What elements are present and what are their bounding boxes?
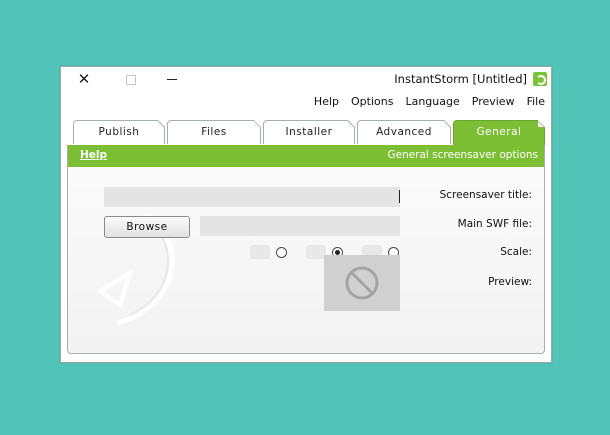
scale-label: Scale: — [500, 246, 532, 258]
close-button[interactable]: ✕ — [73, 70, 95, 88]
tab-files[interactable]: Files — [167, 120, 261, 144]
app-window: InstantStorm [Untitled] ✕ File Preview L… — [60, 66, 552, 363]
preview-label: Preview: — [488, 276, 532, 288]
help-link[interactable]: Help — [80, 149, 107, 161]
main-swf-input[interactable] — [200, 216, 400, 236]
text-caret — [399, 190, 400, 203]
screensaver-title-input[interactable] — [104, 187, 400, 207]
tab-installer[interactable]: Installer — [263, 120, 355, 144]
preview-area — [324, 255, 400, 311]
screensaver-title-label: Screensaver title: — [439, 189, 532, 201]
scale-option-2-icon — [306, 245, 326, 259]
tab-publish[interactable]: Publish — [73, 120, 165, 144]
tab-general[interactable]: General — [453, 120, 545, 146]
app-logo-icon — [533, 72, 547, 86]
minimize-button[interactable] — [161, 70, 183, 88]
maximize-button[interactable] — [119, 70, 141, 88]
general-panel: General screensaver options Help Screens… — [67, 145, 545, 354]
title-bar: InstantStorm [Untitled] ✕ — [61, 67, 551, 93]
window-title: InstantStorm [Untitled] — [394, 72, 527, 86]
menu-options[interactable]: Options — [351, 95, 393, 111]
scale-option-3-icon — [250, 245, 270, 259]
prohibited-circle-icon — [345, 266, 379, 300]
tab-advanced[interactable]: Advanced — [357, 120, 451, 144]
section-title: General screensaver options — [387, 149, 538, 161]
browse-button[interactable]: Browse — [104, 216, 190, 238]
main-swf-label: Main SWF file: — [457, 218, 532, 230]
tab-strip: General Advanced Installer Files Publish — [67, 120, 545, 146]
menu-file[interactable]: File — [527, 95, 545, 111]
section-header: General screensaver options Help — [68, 145, 544, 167]
menu-bar: File Preview Language Options Help — [314, 95, 545, 111]
menu-language[interactable]: Language — [405, 95, 459, 111]
scale-option-3-radio[interactable] — [276, 247, 287, 258]
menu-preview[interactable]: Preview — [472, 95, 515, 111]
menu-help[interactable]: Help — [314, 95, 339, 111]
